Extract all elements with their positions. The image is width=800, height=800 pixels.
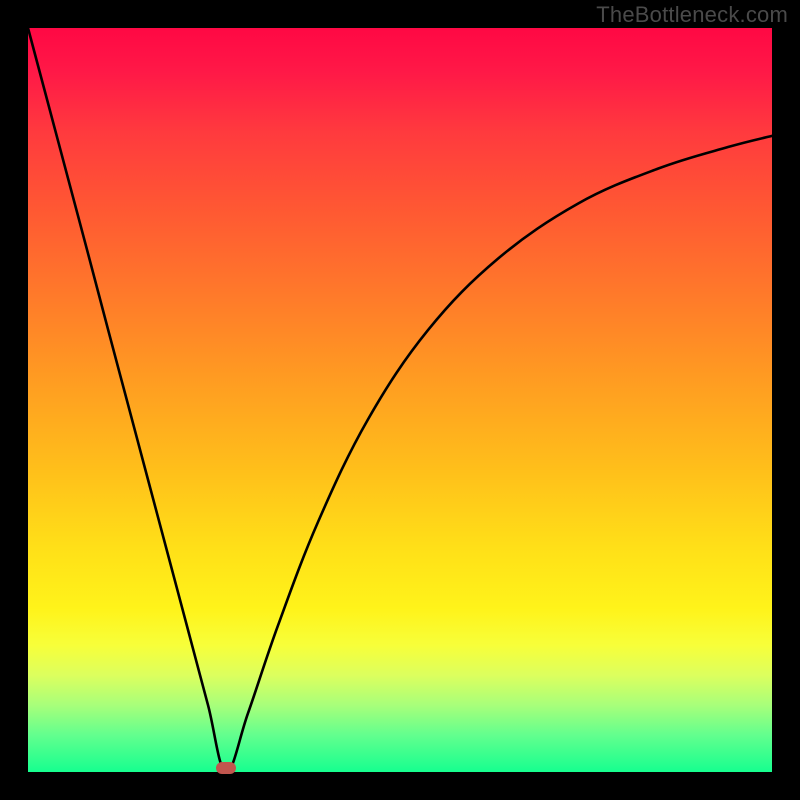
curve-svg: [28, 28, 772, 772]
chart-frame: TheBottleneck.com: [0, 0, 800, 800]
plot-area: [28, 28, 772, 772]
bottleneck-curve-path: [28, 28, 772, 772]
optimum-marker: [216, 762, 236, 774]
watermark-text: TheBottleneck.com: [596, 2, 788, 28]
